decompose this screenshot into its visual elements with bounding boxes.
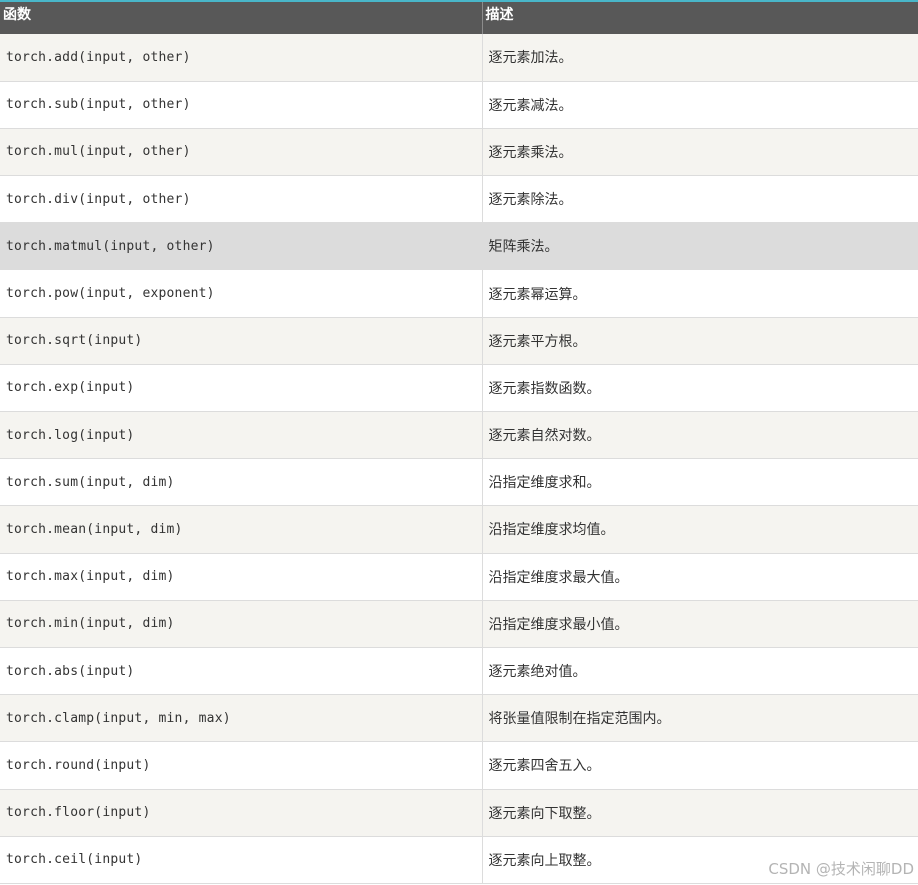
description-cell: 逐元素乘法。 <box>488 144 573 161</box>
table-row: torch.abs(input) 逐元素绝对值。 <box>0 647 918 695</box>
function-cell: torch.log(input) <box>0 411 483 459</box>
header-row: 函数 描述 <box>0 2 918 34</box>
table-row: torch.pow(input, exponent) 逐元素幂运算。 <box>0 269 918 318</box>
function-cell: torch.min(input, dim) <box>0 600 483 648</box>
table-row: torch.mul(input, other) 逐元素乘法。 <box>0 128 918 176</box>
function-cell: torch.sqrt(input) <box>0 317 483 365</box>
function-cell: torch.floor(input) <box>0 789 483 837</box>
function-cell: torch.exp(input) <box>0 364 483 412</box>
table-row: torch.add(input, other) 逐元素加法。 <box>0 34 918 82</box>
table-row: torch.round(input) 逐元素四舍五入。 <box>0 741 918 789</box>
description-cell: 沿指定维度求最大值。 <box>488 569 629 586</box>
table-row: torch.clamp(input, min, max) 将张量值限制在指定范围内… <box>0 694 918 742</box>
description-cell: 逐元素向下取整。 <box>488 805 601 822</box>
function-cell: torch.sub(input, other) <box>0 81 483 129</box>
header-description: 描述 <box>485 7 514 23</box>
description-cell: 逐元素除法。 <box>488 192 573 209</box>
table-row: torch.exp(input) 逐元素指数函数。 <box>0 364 918 412</box>
table-row: torch.sum(input, dim) 沿指定维度求和。 <box>0 458 918 506</box>
function-cell: torch.div(input, other) <box>0 175 483 223</box>
function-cell: torch.max(input, dim) <box>0 553 483 601</box>
description-cell: 沿指定维度求均值。 <box>488 522 615 539</box>
table-row: torch.min(input, dim) 沿指定维度求最小值。 <box>0 600 918 648</box>
description-cell: 沿指定维度求最小值。 <box>488 616 629 633</box>
table-row: torch.div(input, other) 逐元素除法。 <box>0 175 918 223</box>
description-cell: 逐元素指数函数。 <box>488 380 601 397</box>
description-cell: 逐元素减法。 <box>488 97 573 114</box>
function-cell: torch.mul(input, other) <box>0 128 483 176</box>
function-cell: torch.pow(input, exponent) <box>0 269 483 318</box>
header-function: 函数 <box>0 2 483 34</box>
table-row: torch.mean(input, dim) 沿指定维度求均值。 <box>0 505 918 554</box>
table-row: torch.sub(input, other) 逐元素减法。 <box>0 81 918 129</box>
function-cell: torch.sum(input, dim) <box>0 458 483 506</box>
function-cell: torch.matmul(input, other) <box>0 222 483 270</box>
function-cell: torch.add(input, other) <box>0 34 483 82</box>
description-cell: 逐元素加法。 <box>488 50 573 67</box>
description-cell: 逐元素四舍五入。 <box>488 758 601 775</box>
description-cell: 沿指定维度求和。 <box>488 475 601 492</box>
table-row: torch.log(input) 逐元素自然对数。 <box>0 411 918 459</box>
function-cell: torch.abs(input) <box>0 647 483 695</box>
description-cell: 逐元素绝对值。 <box>488 664 587 681</box>
table-header: 函数 描述 <box>0 2 918 34</box>
function-cell: torch.mean(input, dim) <box>0 505 483 554</box>
watermark: CSDN @技术闲聊DD <box>768 860 914 878</box>
function-table: 函数 描述 torch.add(input, other) 逐元素加法。 torch… <box>0 2 918 884</box>
function-cell: torch.ceil(input) <box>0 836 483 884</box>
table-row: torch.floor(input) 逐元素向下取整。 <box>0 789 918 837</box>
function-cell: torch.round(input) <box>0 741 483 789</box>
table-row: torch.max(input, dim) 沿指定维度求最大值。 <box>0 553 918 601</box>
table-row: torch.sqrt(input) 逐元素平方根。 <box>0 317 918 365</box>
description-cell: 将张量值限制在指定范围内。 <box>488 711 671 728</box>
table-body: torch.add(input, other) 逐元素加法。 torch.sub(i… <box>0 34 918 884</box>
description-cell: 逐元素平方根。 <box>488 333 587 350</box>
function-cell: torch.clamp(input, min, max) <box>0 694 483 742</box>
table-row: torch.matmul(input, other) 矩阵乘法。 <box>0 222 918 270</box>
description-cell: 逐元素自然对数。 <box>488 428 601 445</box>
description-cell: 矩阵乘法。 <box>488 239 559 256</box>
description-cell: 逐元素幂运算。 <box>488 286 587 303</box>
